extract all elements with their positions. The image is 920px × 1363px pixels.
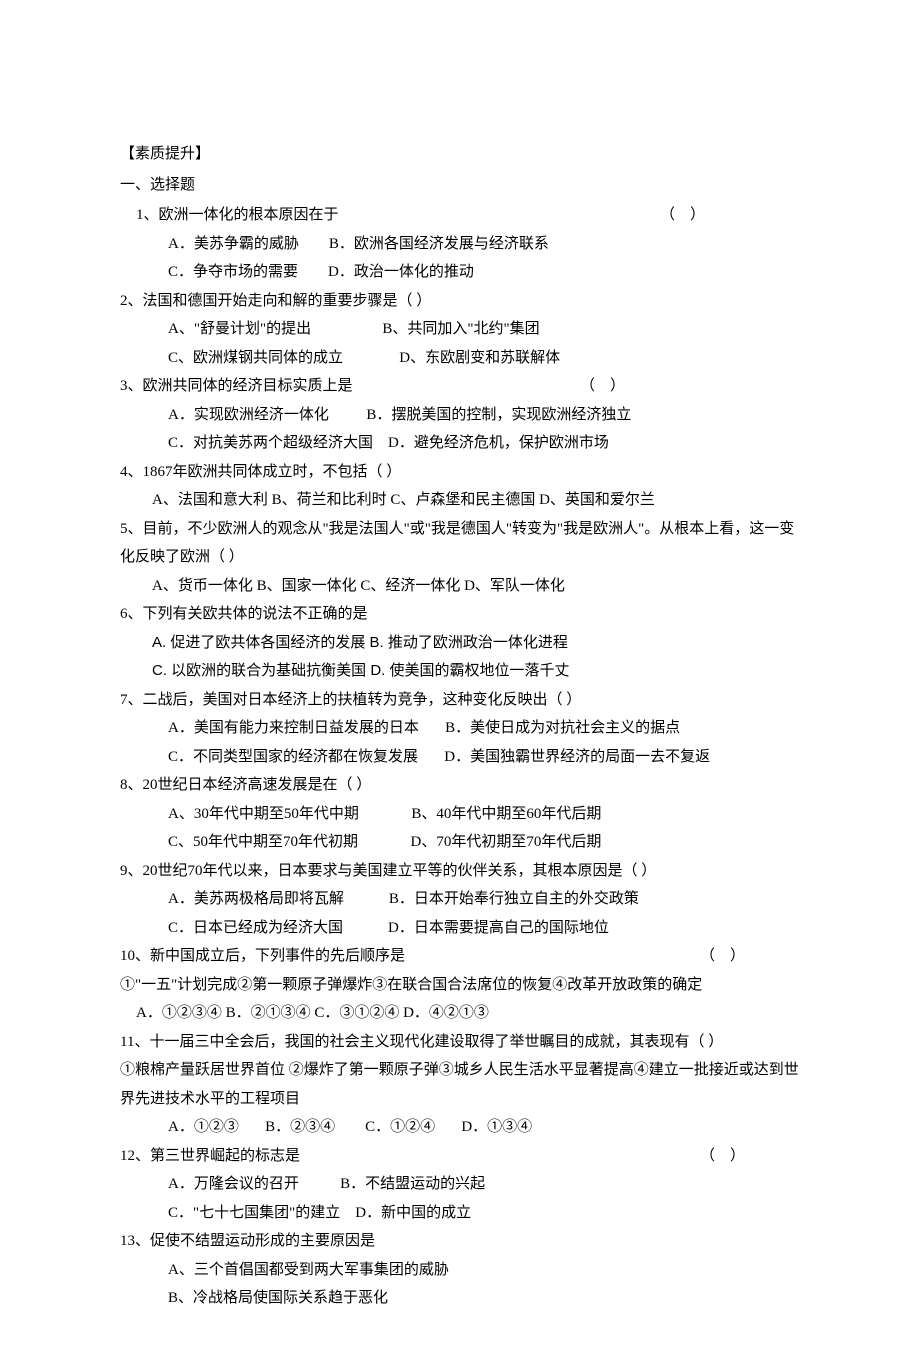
option-line: A．①②③④ B．②①③④ C．③①②④ D．④②①③: [120, 999, 800, 1028]
question-block: 1、欧洲一体化的根本原因在于（ ）A．美苏争霸的威胁 B．欧洲各国经济发展与经济…: [120, 201, 800, 287]
section-title: 一、选择题: [120, 171, 800, 200]
question-block: 2、法国和德国开始走向和解的重要步骤是（ ）A、"舒曼计划"的提出 B、共同加入…: [120, 287, 800, 373]
quality-improvement-title: 【素质提升】: [120, 140, 800, 169]
question-stem: 2、法国和德国开始走向和解的重要步骤是（ ）: [120, 287, 800, 316]
option-line: B、冷战格局使国际关系趋于恶化: [120, 1284, 800, 1313]
question-stem: 4、1867年欧洲共同体成立时，不包括（ ）: [120, 458, 800, 487]
question-block: 10、新中国成立后，下列事件的先后顺序是（ ）①"一五"计划完成②第一颗原子弹爆…: [120, 942, 800, 1028]
question-stem: 13、促使不结盟运动形成的主要原因是: [120, 1227, 800, 1256]
option-line: A、30年代中期至50年代中期 B、40年代中期至60年代后期: [120, 800, 800, 829]
question-block: 9、20世纪70年代以来，日本要求与美国建立平等的伙伴关系，其根本原因是（ ）A…: [120, 857, 800, 943]
question-stem: 1、欧洲一体化的根本原因在于（ ）: [120, 201, 800, 230]
option-line: C．对抗美苏两个超级经济大国 D．避免经济危机，保护欧洲市场: [120, 429, 800, 458]
question-block: 3、欧洲共同体的经济目标实质上是（ ）A．实现欧洲经济一体化 B．摆脱美国的控制…: [120, 372, 800, 458]
question-stem: 10、新中国成立后，下列事件的先后顺序是（ ）: [120, 942, 800, 971]
answer-paren: （ ）: [660, 201, 705, 230]
option-line: A．美苏争霸的威胁 B．欧洲各国经济发展与经济联系: [120, 230, 800, 259]
question-block: 5、目前，不少欧洲人的观念从"我是法国人"或"我是德国人"转变为"我是欧洲人"。…: [120, 515, 800, 601]
option-line: A、货币一体化 B、国家一体化 C、经济一体化 D、军队一体化: [120, 572, 800, 601]
question-block: 12、第三世界崛起的标志是（ ）A．万隆会议的召开 B．不结盟运动的兴起C．"七…: [120, 1142, 800, 1228]
questions-container: 1、欧洲一体化的根本原因在于（ ）A．美苏争霸的威胁 B．欧洲各国经济发展与经济…: [120, 201, 800, 1313]
option-line: C、50年代中期至70年代初期 D、70年代初期至70年代后期: [120, 828, 800, 857]
question-block: 7、二战后，美国对日本经济上的扶植转为竞争，这种变化反映出（ ）A．美国有能力来…: [120, 686, 800, 772]
option-line: C．"七十七国集团"的建立 D．新中国的成立: [120, 1199, 800, 1228]
question-stem: 3、欧洲共同体的经济目标实质上是（ ）: [120, 372, 800, 401]
question-stem: 9、20世纪70年代以来，日本要求与美国建立平等的伙伴关系，其根本原因是（ ）: [120, 857, 800, 886]
option-line: A．美国有能力来控制日益发展的日本 B．美使日成为对抗社会主义的据点: [120, 714, 800, 743]
option-line: C. 以欧洲的联合为基础抗衡美国 D. 使美国的霸权地位一落千丈: [120, 657, 800, 686]
question-block: 13、促使不结盟运动形成的主要原因是A、三个首倡国都受到两大军事集团的威胁B、冷…: [120, 1227, 800, 1313]
question-block: 4、1867年欧洲共同体成立时，不包括（ ）A、法国和意大利 B、荷兰和比利时 …: [120, 458, 800, 515]
option-line: A．①②③ B．②③④ C．①②④ D．①③④: [120, 1113, 800, 1142]
question-stem: 5、目前，不少欧洲人的观念从"我是法国人"或"我是德国人"转变为"我是欧洲人"。…: [120, 515, 800, 572]
question-block: 11、十一届三中全会后，我国的社会主义现代化建设取得了举世瞩目的成就，其表现有（…: [120, 1028, 800, 1142]
option-line: A．实现欧洲经济一体化 B．摆脱美国的控制，实现欧洲经济独立: [120, 401, 800, 430]
option-line: C、欧洲煤钢共同体的成立 D、东欧剧变和苏联解体: [120, 344, 800, 373]
option-line: C．争夺市场的需要 D．政治一体化的推动: [120, 258, 800, 287]
question-stem: 6、下列有关欧共体的说法不正确的是: [120, 600, 800, 629]
question-block: 6、下列有关欧共体的说法不正确的是A. 促进了欧共体各国经济的发展 B. 推动了…: [120, 600, 800, 686]
question-extra: ①"一五"计划完成②第一颗原子弹爆炸③在联合国合法席位的恢复④改革开放政策的确定: [120, 971, 800, 1000]
question-extra: ①粮棉产量跃居世界首位 ②爆炸了第一颗原子弹③城乡人民生活水平显著提高④建立一批…: [120, 1056, 800, 1113]
answer-paren: （ ）: [700, 1142, 745, 1171]
option-line: C．不同类型国家的经济都在恢复发展 D．美国独霸世界经济的局面一去不复返: [120, 743, 800, 772]
option-line: C．日本已经成为经济大国 D．日本需要提高自己的国际地位: [120, 914, 800, 943]
answer-paren: （ ）: [580, 372, 625, 401]
option-line: A、法国和意大利 B、荷兰和比利时 C、卢森堡和民主德国 D、英国和爱尔兰: [120, 486, 800, 515]
option-line: A．美苏两极格局即将瓦解 B．日本开始奉行独立自主的外交政策: [120, 885, 800, 914]
option-line: A、"舒曼计划"的提出 B、共同加入"北约"集团: [120, 315, 800, 344]
option-line: A．万隆会议的召开 B．不结盟运动的兴起: [120, 1170, 800, 1199]
question-stem: 8、20世纪日本经济高速发展是在（ ）: [120, 771, 800, 800]
question-stem: 7、二战后，美国对日本经济上的扶植转为竞争，这种变化反映出（ ）: [120, 686, 800, 715]
question-stem: 12、第三世界崛起的标志是（ ）: [120, 1142, 800, 1171]
option-line: A、三个首倡国都受到两大军事集团的威胁: [120, 1256, 800, 1285]
answer-paren: （ ）: [700, 942, 745, 971]
question-stem: 11、十一届三中全会后，我国的社会主义现代化建设取得了举世瞩目的成就，其表现有（…: [120, 1028, 800, 1057]
question-block: 8、20世纪日本经济高速发展是在（ ）A、30年代中期至50年代中期 B、40年…: [120, 771, 800, 857]
option-line: A. 促进了欧共体各国经济的发展 B. 推动了欧洲政治一体化进程: [120, 629, 800, 658]
